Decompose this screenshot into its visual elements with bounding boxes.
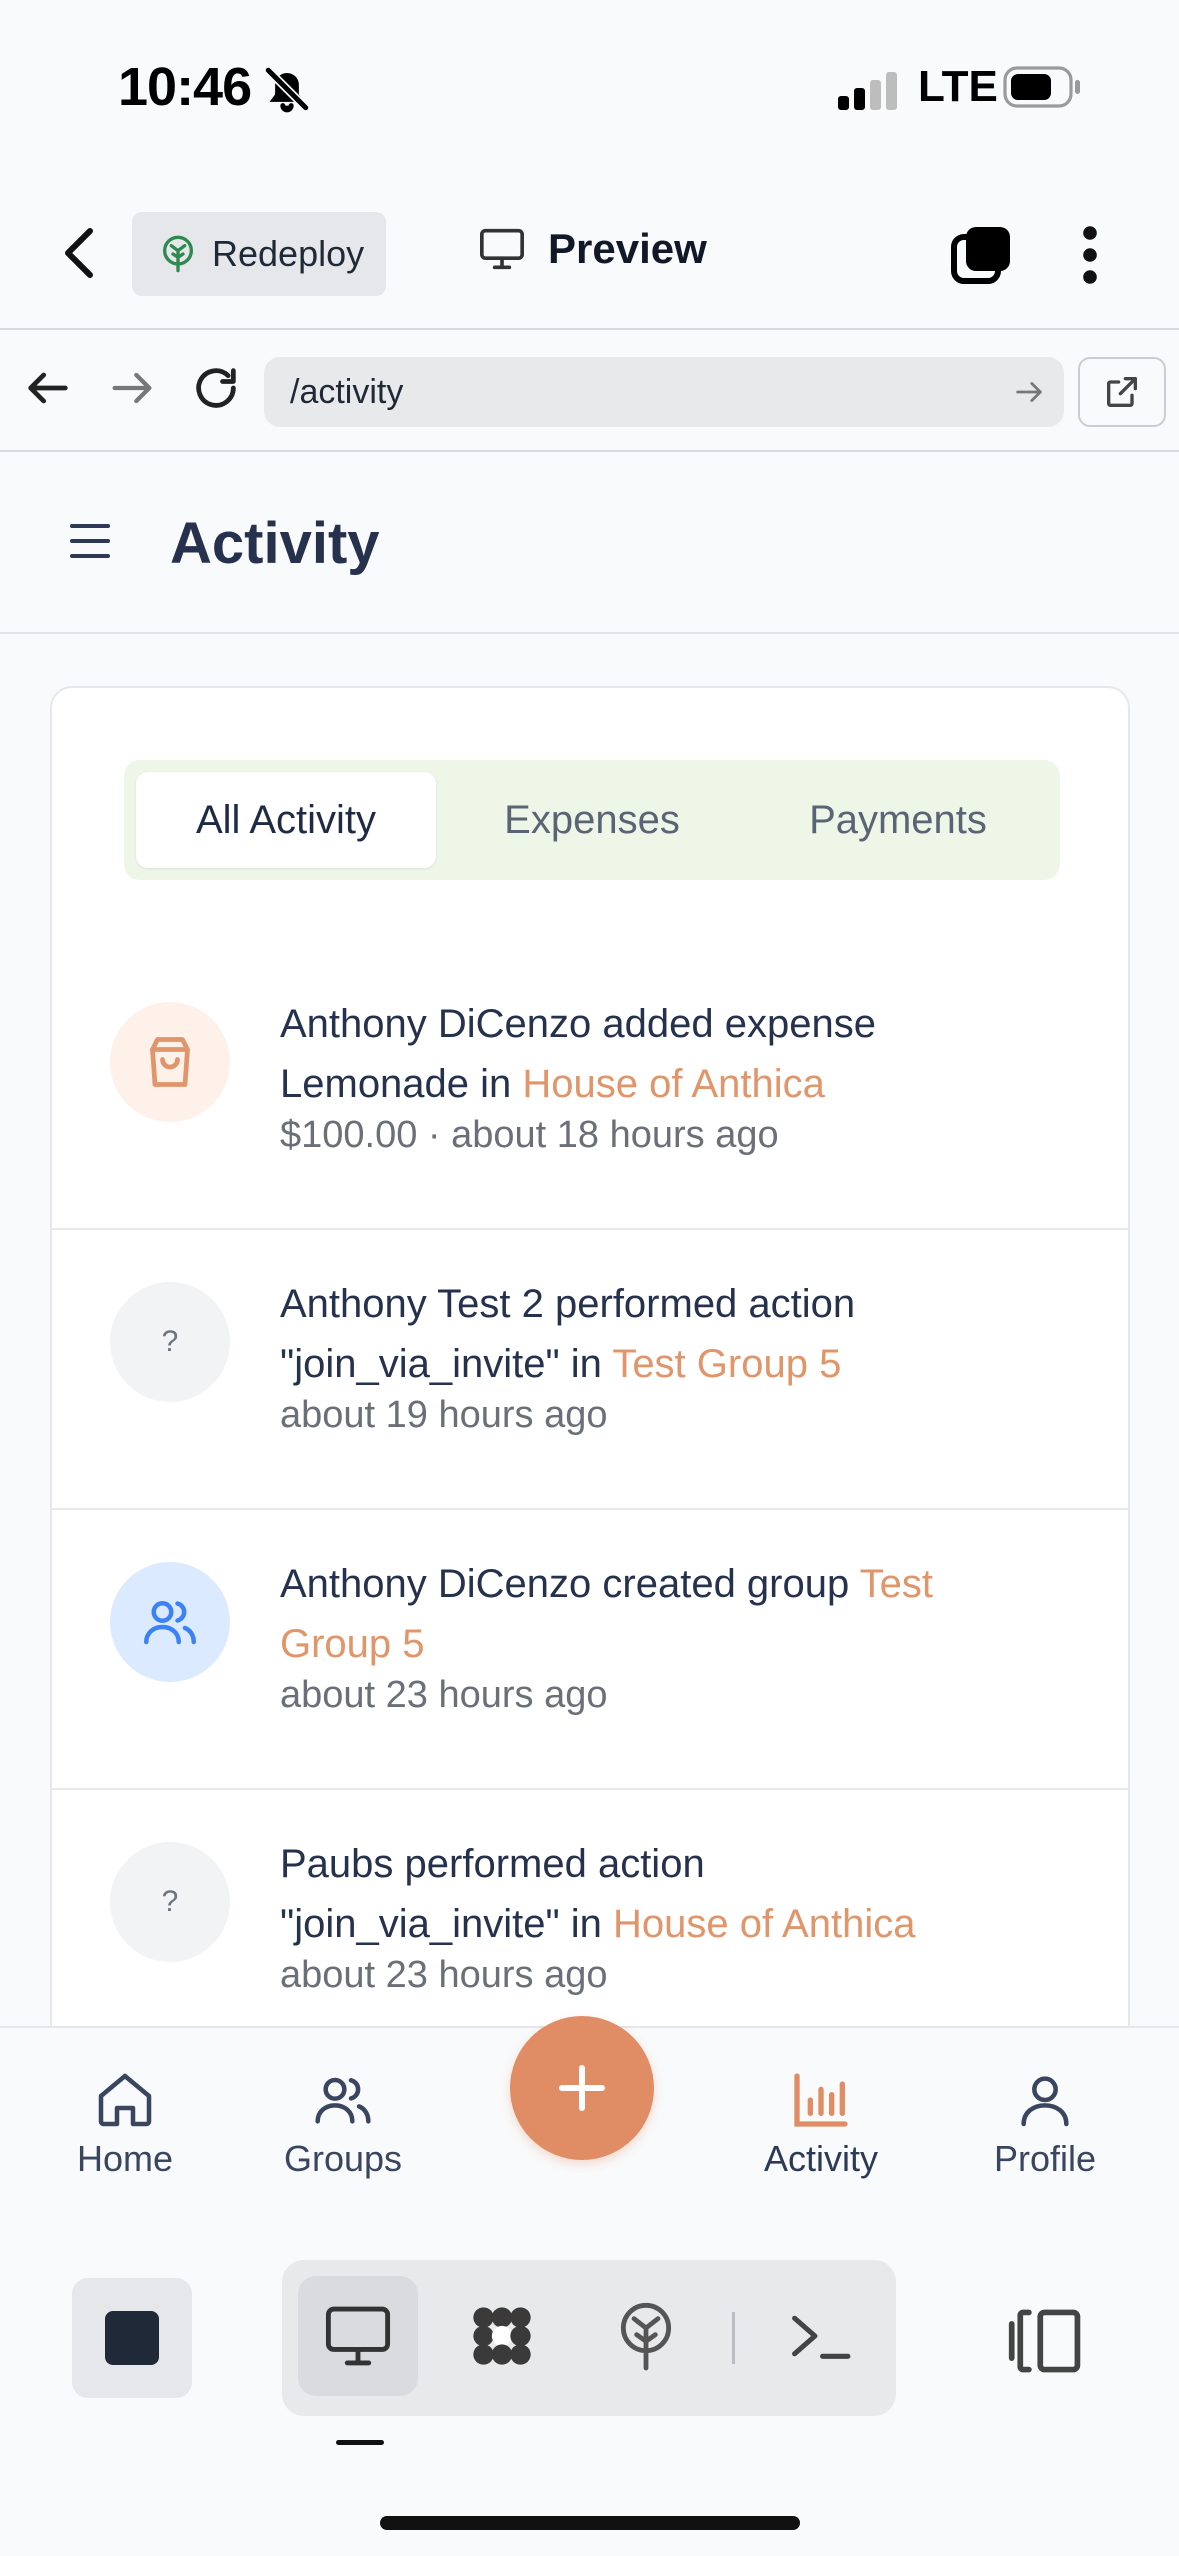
deploy-tree-icon	[620, 2302, 672, 2371]
url-field[interactable]	[264, 357, 1064, 427]
monitor-icon	[325, 2306, 391, 2366]
activity-line: "join_via_invite" in	[280, 1902, 614, 1946]
activity-meta: about 23 hours ago	[280, 1954, 608, 1996]
nav-activity-label: Activity	[763, 2138, 878, 2179]
activity-line: Anthony Test 2 performed action	[280, 1282, 856, 1326]
activity-tabs: All Activity Expenses Payments	[124, 760, 1060, 880]
back-chevron-icon[interactable]	[58, 225, 106, 281]
battery-icon	[1003, 66, 1080, 108]
nav-groups-label: Groups	[283, 2138, 403, 2179]
hamburger-menu-icon[interactable]	[70, 524, 110, 558]
home-indicator	[380, 2516, 800, 2530]
add-expense-fab[interactable]	[510, 2016, 654, 2160]
nav-profile-label: Profile	[993, 2138, 1097, 2179]
redeploy-label: Redeploy	[212, 233, 365, 274]
preview-button[interactable]: Preview	[478, 225, 707, 273]
group-link[interactable]: Group 5	[280, 1622, 425, 1666]
activity-meta: about 23 hours ago	[280, 1674, 608, 1716]
stop-button[interactable]	[72, 2278, 192, 2398]
preview-label: Preview	[548, 225, 707, 272]
tabs-stack-icon[interactable]	[950, 225, 1014, 289]
view-switcher	[282, 2260, 896, 2416]
open-external-button[interactable]	[1078, 357, 1166, 427]
preview-view-button[interactable]	[298, 2276, 418, 2396]
home-icon	[98, 2073, 152, 2127]
signal-icon	[838, 70, 900, 110]
deploy-tree-icon	[163, 235, 193, 273]
activity-line: "join_via_invite" in	[280, 1342, 613, 1386]
stop-icon	[105, 2311, 159, 2365]
network-label: LTE	[918, 62, 998, 111]
status-bar: 10:46 LTE	[0, 0, 1179, 175]
browser-url-bar	[0, 330, 1179, 452]
forward-arrow-icon[interactable]	[106, 362, 158, 414]
url-go-arrow-icon[interactable]	[1012, 375, 1046, 409]
reload-icon[interactable]	[190, 362, 242, 414]
cluster-icon	[473, 2307, 531, 2365]
terminal-icon	[792, 2315, 851, 2359]
tab-all-activity[interactable]: All Activity	[136, 772, 436, 868]
app-screen: 10:46 LTE Redeploy Preview /activity Act…	[0, 0, 1179, 2556]
redeploy-button[interactable]: Redeploy	[132, 212, 386, 296]
activity-text: Paubs performed action "join_via_invite"…	[280, 1834, 1080, 1954]
question-mark-icon: ?	[110, 1842, 230, 1962]
user-icon	[1021, 2076, 1069, 2127]
activity-meta: about 19 hours ago	[280, 1394, 608, 1436]
external-link-icon	[1107, 377, 1137, 407]
agents-view-button[interactable]	[442, 2276, 562, 2396]
back-arrow-icon[interactable]	[22, 362, 74, 414]
monitor-icon	[480, 228, 524, 270]
shopping-bag-icon	[110, 1002, 230, 1122]
group-link[interactable]: House of Anthica	[522, 1062, 824, 1106]
terminal-view-button[interactable]	[760, 2276, 880, 2396]
tab-payments[interactable]: Payments	[748, 772, 1048, 868]
groups-icon	[315, 2077, 371, 2124]
nav-groups[interactable]: Groups	[248, 2068, 438, 2180]
bar-chart-icon	[794, 2073, 848, 2127]
switcher-divider	[732, 2312, 735, 2364]
page-header: Activity	[0, 452, 1179, 634]
activity-item[interactable]: Anthony DiCenzo added expense Lemonade i…	[52, 950, 1128, 1230]
activity-text: Anthony Test 2 performed action "join_vi…	[280, 1274, 1080, 1394]
bottom-nav: Home Groups Activity Profile	[0, 2016, 1179, 2226]
active-view-indicator	[336, 2440, 384, 2445]
activity-line: Anthony DiCenzo created group	[280, 1562, 860, 1606]
split-view-icon[interactable]	[1006, 2306, 1086, 2376]
url-input[interactable]	[290, 372, 970, 412]
status-time: 10:46	[118, 57, 252, 117]
more-menu-icon[interactable]	[1070, 225, 1110, 285]
activity-meta: $100.00 · about 18 hours ago	[280, 1114, 779, 1156]
nav-home-label: Home	[76, 2138, 174, 2179]
group-link[interactable]: Test Group 5	[612, 1342, 841, 1386]
tab-expenses[interactable]: Expenses	[442, 772, 742, 868]
deploy-view-button[interactable]	[586, 2276, 706, 2396]
activity-text: Anthony DiCenzo added expense Lemonade i…	[280, 994, 1080, 1114]
nav-home[interactable]: Home	[30, 2068, 220, 2180]
group-link[interactable]: Test	[860, 1562, 933, 1606]
question-mark-icon: ?	[110, 1282, 230, 1402]
bottom-dock	[0, 2226, 1179, 2556]
activity-item[interactable]: Anthony DiCenzo created group Test Group…	[52, 1510, 1128, 1790]
nav-activity[interactable]: Activity	[726, 2068, 916, 2180]
users-icon	[110, 1562, 230, 1682]
plus-icon	[559, 2065, 605, 2111]
activity-line: Anthony DiCenzo added expense	[280, 1002, 876, 1046]
group-link[interactable]: House of Anthica	[613, 1902, 915, 1946]
bell-off-icon	[264, 66, 310, 113]
activity-card: All Activity Expenses Payments Anthony D…	[50, 686, 1130, 2086]
activity-line: Lemonade in	[280, 1062, 523, 1106]
question-mark-glyph: ?	[161, 1325, 179, 1358]
activity-line: Paubs performed action	[280, 1842, 705, 1886]
nav-profile[interactable]: Profile	[950, 2068, 1140, 2180]
page-title: Activity	[170, 511, 380, 576]
top-toolbar: Redeploy Preview	[0, 175, 1179, 330]
activity-item[interactable]: ? Anthony Test 2 performed action "join_…	[52, 1230, 1128, 1510]
question-mark-glyph: ?	[161, 1885, 179, 1918]
activity-text: Anthony DiCenzo created group Test Group…	[280, 1554, 1080, 1674]
